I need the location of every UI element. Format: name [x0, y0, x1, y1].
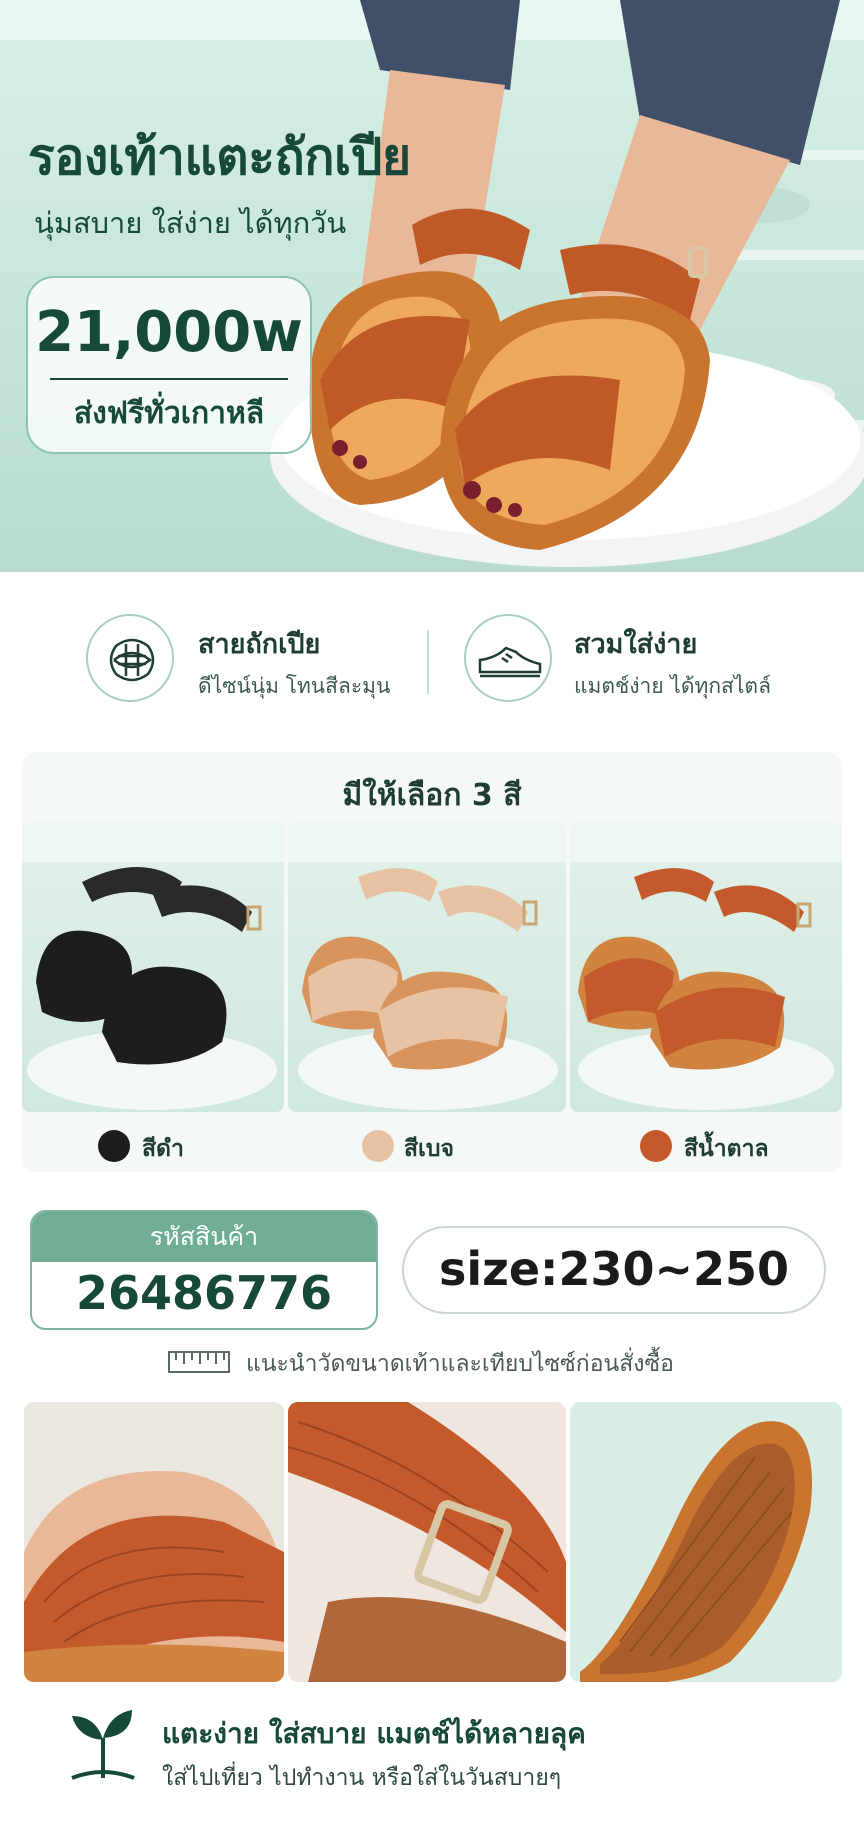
feature-row: สายถักเปีย ดีไซน์นุ่ม โทนสีละมุน สวมใส่ง…: [0, 600, 864, 730]
braid-knot-icon: [86, 614, 174, 702]
price-card: 21,000w ส่งฟรีทั่วเกาหลี: [26, 276, 312, 454]
feature-desc-braid: ดีไซน์นุ่ม โทนสีละมุน: [198, 674, 391, 698]
feature-title-braid: สายถักเปีย: [198, 629, 321, 660]
hero-subtitle: นุ่มสบาย ใส่ง่าย ได้ทุกวัน: [34, 206, 347, 240]
shipping-note: ส่งฟรีทั่วเกาหลี: [73, 396, 265, 431]
color-dot-brown: [640, 1130, 672, 1162]
feature-title-easy: สวมใส่ง่าย: [574, 629, 698, 660]
color-name-beige: สีเบจ: [404, 1136, 454, 1162]
detail-photo-buckle[interactable]: [288, 1402, 566, 1682]
feature-divider: [427, 630, 429, 694]
footer-title: แตะง่าย ใส่สบาย แมตช์ได้หลายลุค: [162, 1717, 586, 1750]
color-photo-black[interactable]: [22, 822, 284, 1112]
color-name-brown: สีน้ำตาล: [684, 1136, 769, 1162]
footer-subtitle: ใส่ไปเที่ยว ไปทำงาน หรือใส่ในวันสบายๆ: [162, 1765, 562, 1791]
sneaker-icon: [464, 614, 552, 702]
price-divider: [50, 378, 288, 380]
size-range-badge: size:230~250: [402, 1226, 826, 1314]
detail-photo-sole[interactable]: [570, 1402, 842, 1682]
color-photo-brown[interactable]: [570, 822, 842, 1112]
color-photo-beige[interactable]: [288, 822, 566, 1112]
color-dot-black: [98, 1130, 130, 1162]
feature-desc-easy: แมตช์ง่าย ได้ทุกสไตล์: [574, 674, 771, 698]
color-dot-beige: [362, 1130, 394, 1162]
hero-title: รองเท้าแตะถักเปีย: [28, 128, 411, 186]
hero-banner: รองเท้าแตะถักเปีย นุ่มสบาย ใส่ง่าย ได้ทุ…: [0, 0, 864, 572]
sprout-icon: [71, 1710, 135, 1780]
color-name-black: สีดำ: [142, 1136, 184, 1162]
measure-note: แนะนำวัดขนาดเท้าและเทียบไซซ์ก่อนสั่งซื้อ: [246, 1351, 674, 1377]
product-code-value: 26486776: [75, 1266, 333, 1320]
color-options-heading: มีให้เลือก 3 สี: [342, 778, 522, 813]
price-value: 21,000w: [35, 300, 303, 365]
ruler-icon: [168, 1351, 230, 1373]
size-range-text: size:230~250: [438, 1242, 790, 1296]
detail-photo-strap[interactable]: [24, 1402, 284, 1682]
product-code-card: รหัสสินค้า 26486776: [30, 1210, 378, 1330]
product-code-label: รหัสสินค้า: [32, 1212, 376, 1262]
